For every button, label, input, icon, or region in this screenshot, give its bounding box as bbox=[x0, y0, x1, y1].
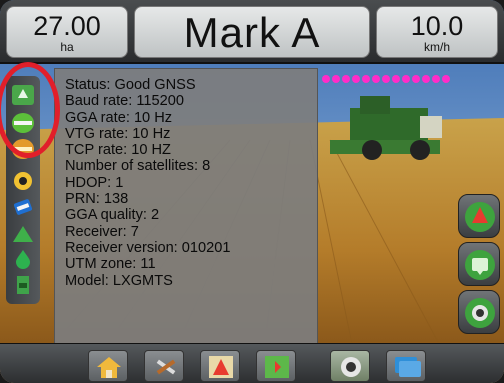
warning-icon[interactable] bbox=[11, 170, 35, 192]
area-unit: ha bbox=[60, 40, 74, 54]
overview-button[interactable] bbox=[386, 350, 426, 382]
panel-icon bbox=[465, 250, 495, 280]
area-value: 27.00 bbox=[33, 11, 101, 41]
camera-icon bbox=[341, 357, 361, 377]
camera-button[interactable] bbox=[330, 350, 370, 382]
vehicle-view-tab[interactable] bbox=[200, 350, 240, 382]
mark-box[interactable]: Mark A bbox=[134, 6, 370, 58]
bookmark-icon[interactable] bbox=[11, 274, 35, 296]
boom-status-icon[interactable] bbox=[11, 138, 35, 160]
tools-icon bbox=[156, 359, 176, 375]
tools-button[interactable] bbox=[144, 350, 184, 382]
tcp-rate-line: TCP rate: 10 HZ bbox=[65, 142, 171, 159]
mark-title: Mark A bbox=[183, 9, 321, 56]
gnss-info-panel: Status: Good GNSS Baud rate: 115200 GGA … bbox=[54, 68, 318, 350]
area-applied-box[interactable]: 27.00 ha bbox=[6, 6, 128, 58]
vehicle-view-icon bbox=[209, 356, 233, 378]
vtg-rate-line: VTG rate: 10 Hz bbox=[65, 125, 171, 142]
gga-rate-line: GGA rate: 10 Hz bbox=[65, 109, 173, 126]
baud-rate-line: Baud rate: 115200 bbox=[65, 93, 185, 110]
vehicle-view-button[interactable] bbox=[458, 194, 500, 238]
tilt-icon[interactable] bbox=[11, 196, 35, 218]
vehicle-view-icon bbox=[465, 202, 495, 232]
camera-zoom-button[interactable] bbox=[458, 290, 500, 334]
speed-unit: km/h bbox=[423, 40, 450, 54]
map-button[interactable] bbox=[256, 350, 296, 382]
satellite-indicator bbox=[322, 70, 452, 83]
gnss-status-icon[interactable] bbox=[11, 84, 35, 106]
map-icon bbox=[265, 356, 289, 378]
top-status-bar: 27.00 ha Mark A 10.0 km/h bbox=[0, 0, 504, 64]
hdop-line: HDOP: 1 bbox=[65, 174, 124, 191]
left-status-toolbar bbox=[6, 76, 40, 304]
home-button[interactable] bbox=[88, 350, 128, 382]
panel-button[interactable] bbox=[458, 242, 500, 286]
marker-icon[interactable] bbox=[11, 224, 35, 246]
gnss-status-line: Status: Good GNSS bbox=[65, 77, 196, 93]
satellites-line: Number of satellites: 8 bbox=[65, 158, 211, 175]
speed-box[interactable]: 10.0 km/h bbox=[376, 6, 498, 58]
gga-quality-line: GGA quality: 2 bbox=[65, 207, 160, 224]
model-line: Model: LXGMTS bbox=[65, 272, 173, 289]
utm-zone-line: UTM zone: 11 bbox=[65, 256, 156, 273]
home-icon bbox=[97, 357, 121, 378]
tank-icon[interactable] bbox=[11, 248, 35, 270]
prn-line: PRN: 138 bbox=[65, 191, 129, 208]
receiver-line: Receiver: 7 bbox=[65, 223, 139, 240]
camera-zoom-icon bbox=[465, 298, 495, 328]
overview-icon bbox=[395, 357, 421, 377]
bottom-nav-bar bbox=[0, 343, 504, 383]
guidance-line-icon[interactable] bbox=[11, 112, 35, 134]
guidance-display: 27.00 ha Mark A 10.0 km/h Status: Good G… bbox=[0, 0, 504, 383]
speed-value: 10.0 bbox=[410, 11, 464, 41]
receiver-version-line: Receiver version: 010201 bbox=[65, 239, 231, 256]
